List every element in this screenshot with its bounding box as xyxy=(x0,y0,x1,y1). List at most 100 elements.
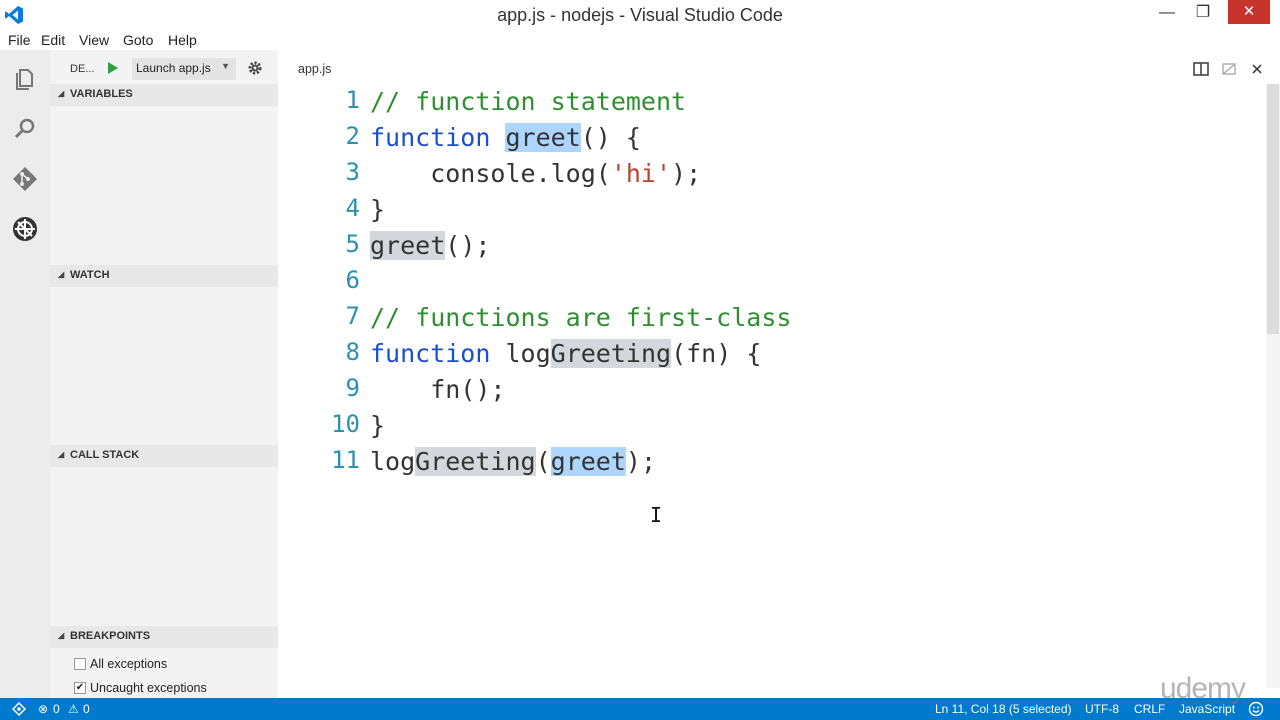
variables-header[interactable]: ◢ VARIABLES xyxy=(50,84,278,106)
debug-sidebar: DE... Launch app.js ▼ ◢ VARIABLES ◢ WATC… xyxy=(50,50,278,698)
collapse-icon: ◢ xyxy=(58,450,65,459)
code-token: fn(); xyxy=(370,375,506,404)
checkbox[interactable]: ✔ xyxy=(74,682,86,694)
line-number: 8 xyxy=(345,338,360,366)
line-source: function greet() { xyxy=(370,120,641,156)
window-title: app.js - nodejs - Visual Studio Code xyxy=(497,5,783,25)
gear-icon[interactable] xyxy=(246,59,264,77)
minimize-button[interactable]: — xyxy=(1150,0,1184,28)
warning-icon[interactable]: ⚠ xyxy=(68,702,79,716)
error-count[interactable]: 0 xyxy=(53,702,60,716)
code-line[interactable]: 10} xyxy=(278,408,1258,444)
line-number: 11 xyxy=(331,446,360,474)
menu-goto[interactable]: Goto xyxy=(123,32,153,48)
line-number: 9 xyxy=(345,374,360,402)
git-icon[interactable] xyxy=(11,165,39,193)
code-token: log xyxy=(490,339,551,368)
menu-file[interactable]: File xyxy=(8,32,31,48)
open-changes-icon[interactable] xyxy=(1220,60,1238,78)
code-token: } xyxy=(370,411,386,440)
call-stack-section: ◢ CALL STACK xyxy=(50,445,278,626)
vertical-scrollbar[interactable] xyxy=(1266,84,1280,688)
maximize-button[interactable]: ❐ xyxy=(1186,0,1220,28)
debug-status-icon[interactable] xyxy=(12,702,26,716)
code-token: Greeting xyxy=(415,447,536,476)
line-source: function logGreeting(fn) { xyxy=(370,336,761,372)
line-source: logGreeting(greet); xyxy=(370,444,656,480)
code-token: log xyxy=(370,447,416,476)
code-line[interactable]: 7 // functions are first-class xyxy=(278,300,1258,336)
code-token: ); xyxy=(671,159,702,188)
dropdown-arrow-icon: ▼ xyxy=(221,61,230,71)
launch-config-select[interactable]: Launch app.js ▼ xyxy=(132,58,236,80)
code-token: greet xyxy=(505,123,581,152)
code-token: function xyxy=(370,339,491,368)
code-token: ); xyxy=(625,447,657,476)
collapse-icon: ◢ xyxy=(58,631,65,640)
menu-view[interactable]: View xyxy=(79,32,109,48)
code-token: Greeting xyxy=(550,339,672,368)
close-editor-icon[interactable] xyxy=(1248,60,1266,78)
start-debugging-icon[interactable] xyxy=(106,61,120,75)
activity-bar xyxy=(0,50,50,698)
watch-section: ◢ WATCH xyxy=(50,265,278,445)
breakpoints-section: ◢ BREAKPOINTS All exceptions ✔ Uncaught … xyxy=(50,626,278,698)
cursor-position[interactable]: Ln 11, Col 18 (5 selected) xyxy=(935,702,1072,716)
close-button[interactable]: ✕ xyxy=(1228,0,1270,24)
line-source: greet(); xyxy=(370,228,490,264)
code-token: // functions are first-class xyxy=(370,303,792,332)
code-token: () { xyxy=(580,123,641,152)
checkbox[interactable] xyxy=(74,658,86,670)
line-number: 2 xyxy=(345,122,360,150)
code-line[interactable]: 1 // function statement xyxy=(278,84,1258,120)
code-token: 'hi' xyxy=(610,159,672,188)
scroll-thumb[interactable] xyxy=(1267,84,1279,334)
code-line[interactable]: 3 console.log('hi'); xyxy=(278,156,1258,192)
code-line[interactable]: 6 xyxy=(278,264,1258,300)
status-bar: ⊗ 0 ⚠ 0 Ln 11, Col 18 (5 selected) UTF-8… xyxy=(0,698,1280,720)
line-number: 3 xyxy=(345,158,360,186)
search-icon[interactable] xyxy=(11,115,39,143)
code-line[interactable]: 11 logGreeting(greet); xyxy=(278,444,1258,480)
text-cursor-icon: I xyxy=(650,503,663,527)
encoding[interactable]: UTF-8 xyxy=(1085,702,1119,716)
code-editor[interactable]: 1// function statement 2 function greet() … xyxy=(278,84,1258,684)
code-token: // function statement xyxy=(370,87,687,116)
variables-section: ◢ VARIABLES xyxy=(50,84,278,266)
call-stack-header[interactable]: ◢ CALL STACK xyxy=(50,445,278,467)
title-bar: app.js - nodejs - Visual Studio Code — ❐… xyxy=(0,0,1280,30)
code-token: console.log( xyxy=(370,159,611,188)
line-source: } xyxy=(370,408,385,444)
smiley-feedback-icon[interactable] xyxy=(1248,701,1264,717)
debug-icon[interactable] xyxy=(11,215,39,243)
line-source: fn(); xyxy=(370,372,505,408)
code-token: (); xyxy=(445,231,491,260)
debug-header: DE... Launch app.js ▼ xyxy=(50,50,278,88)
collapse-icon: ◢ xyxy=(58,270,65,279)
menu-bar: File Edit View Goto Help xyxy=(0,30,1280,50)
line-number: 1 xyxy=(345,86,360,114)
split-editor-icon[interactable] xyxy=(1192,60,1210,78)
breakpoints-header[interactable]: ◢ BREAKPOINTS xyxy=(50,626,278,648)
line-source: // functions are first-class xyxy=(370,300,791,336)
menu-help[interactable]: Help xyxy=(168,32,197,48)
warning-count[interactable]: 0 xyxy=(83,702,90,716)
explorer-icon[interactable] xyxy=(11,65,39,93)
error-icon[interactable]: ⊗ xyxy=(38,702,48,716)
debug-title: DE... xyxy=(70,63,95,75)
code-token: function xyxy=(370,123,491,152)
code-line[interactable]: 4} xyxy=(278,192,1258,228)
line-source: console.log('hi'); xyxy=(370,156,701,192)
line-number: 4 xyxy=(345,194,360,222)
code-token: greet xyxy=(370,231,446,260)
line-number: 7 xyxy=(345,302,360,330)
menu-edit[interactable]: Edit xyxy=(41,32,65,48)
code-line[interactable]: 9 fn(); xyxy=(278,372,1258,408)
tab-app-js[interactable]: app.js xyxy=(298,62,331,76)
line-number: 6 xyxy=(345,266,360,294)
code-line[interactable]: 2 function greet() { xyxy=(278,120,1258,156)
watch-header[interactable]: ◢ WATCH xyxy=(50,265,278,287)
code-line[interactable]: 8 function logGreeting(fn) { xyxy=(278,336,1258,372)
code-line[interactable]: 5 greet(); xyxy=(278,228,1258,264)
